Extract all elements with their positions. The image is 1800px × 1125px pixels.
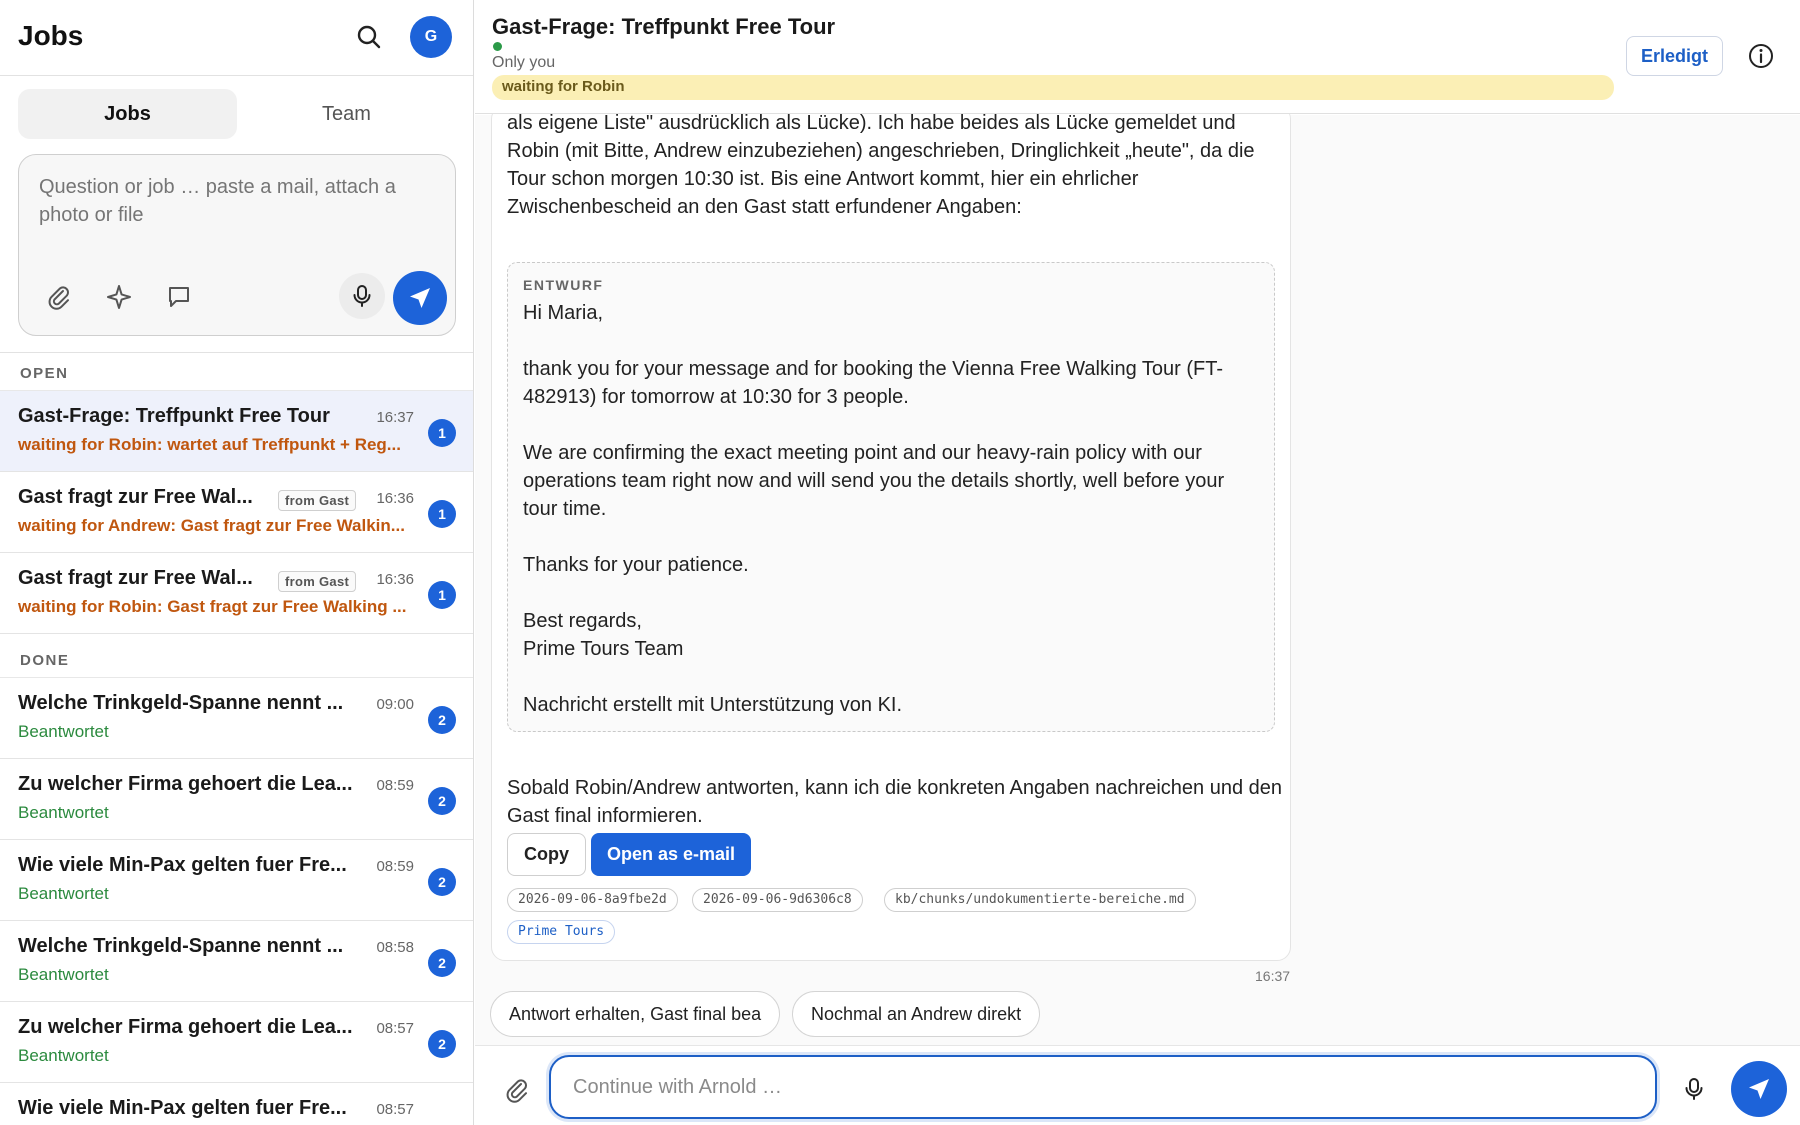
send-button[interactable]	[393, 271, 447, 325]
list-item[interactable]: Welche Trinkgeld-Spanne nennt ... 09:00 …	[0, 678, 473, 759]
item-time: 16:36	[376, 490, 414, 507]
count-badge: 2	[428, 787, 456, 815]
microphone-icon	[1685, 1078, 1703, 1100]
draft-box: ENTWURF Hi Maria, thank you for your mes…	[507, 262, 1275, 732]
message-area: als eigene Liste" ausdrücklich als Lücke…	[475, 105, 1800, 1045]
send-icon	[1749, 1079, 1769, 1099]
item-status: waiting for Andrew: Gast fragt zur Free …	[18, 516, 405, 535]
list-item[interactable]: Gast-Frage: Treffpunkt Free Tour 16:37 1…	[0, 391, 473, 472]
item-title: Welche Trinkgeld-Spanne nennt ...	[18, 935, 344, 957]
item-status: Beantwortet	[18, 1046, 109, 1065]
item-time: 16:37	[376, 409, 414, 426]
item-status: Beantwortet	[18, 722, 109, 741]
item-time: 16:36	[376, 571, 414, 588]
source-tag: from Gast	[278, 490, 357, 511]
composer-input[interactable]	[39, 173, 419, 237]
source-chip[interactable]: 2026-09-06-8a9fbe2d	[507, 888, 678, 912]
item-title: Gast-Frage: Treffpunkt Free Tour	[18, 405, 330, 427]
info-icon[interactable]	[1745, 40, 1777, 72]
item-status: waiting for Robin: wartet auf Treffpunkt…	[18, 435, 401, 454]
list-item[interactable]: Welche Trinkgeld-Spanne nennt ... 08:58 …	[0, 921, 473, 1002]
suggestion-chip[interactable]: Antwort erhalten, Gast final bea	[490, 991, 781, 1037]
source-tag: from Gast	[278, 571, 357, 592]
sidebar-title: Jobs	[18, 20, 84, 51]
count-badge: 2	[428, 1030, 456, 1058]
item-title: Zu welcher Firma gehoert die Lea...	[18, 1016, 353, 1038]
microphone-button[interactable]	[1671, 1066, 1717, 1112]
item-time: 09:00	[376, 696, 414, 713]
section-done-label: DONE	[0, 634, 473, 678]
sidebar-header: Jobs G	[0, 0, 473, 76]
input-bar	[475, 1045, 1800, 1125]
message-time: 16:37	[1255, 968, 1291, 984]
source-chip[interactable]: kb/chunks/undokumentierte-bereiche.md	[884, 888, 1196, 912]
item-title: Gast fragt zur Free Wal...	[18, 486, 253, 508]
item-status: Beantwortet	[18, 803, 109, 822]
item-title: Wie viele Min-Pax gelten fuer Fre...	[18, 854, 347, 876]
paperclip-icon[interactable]	[503, 1076, 535, 1108]
done-button[interactable]: Erledigt	[1626, 36, 1724, 76]
open-email-button[interactable]: Open as e-mail	[591, 833, 752, 876]
list-item[interactable]: Zu welcher Firma gehoert die Lea... 08:5…	[0, 1002, 473, 1083]
message-outro: Sobald Robin/Andrew antworten, kann ich …	[507, 777, 1282, 827]
conversation-header: Gast-Frage: Treffpunkt Free Tour Only yo…	[475, 0, 1800, 114]
unread-badge: 1	[428, 581, 456, 609]
message-input[interactable]	[549, 1055, 1657, 1119]
visibility-label: Only you	[492, 54, 556, 71]
paperclip-icon[interactable]	[43, 281, 75, 313]
tab-jobs[interactable]: Jobs	[18, 89, 237, 139]
tab-team[interactable]: Team	[237, 89, 456, 139]
list-item[interactable]: Wie viele Min-Pax gelten fuer Fre... 08:…	[0, 840, 473, 921]
unread-badge: 1	[428, 419, 456, 447]
avatar[interactable]: G	[410, 16, 452, 58]
unread-badge: 1	[428, 500, 456, 528]
item-time: 08:58	[376, 939, 414, 956]
status-dot	[493, 42, 502, 51]
list-item[interactable]: Zu welcher Firma gehoert die Lea... 08:5…	[0, 759, 473, 840]
list-item[interactable]: Wie viele Min-Pax gelten fuer Fre... 08:…	[0, 1083, 473, 1125]
item-status: waiting for Robin: Gast fragt zur Free W…	[18, 597, 407, 616]
job-list: OPEN Gast-Frage: Treffpunkt Free Tour 16…	[0, 353, 473, 1125]
sidebar: Jobs G Jobs Team OPEN Gast-Frage: Treffp	[0, 0, 474, 1125]
composer	[18, 154, 456, 336]
list-item[interactable]: Gast fragt zur Free Wal... from Gast 16:…	[0, 553, 473, 634]
item-title: Zu welcher Firma gehoert die Lea...	[18, 773, 353, 795]
assistant-message: als eigene Liste" ausdrücklich als Lücke…	[491, 105, 1291, 961]
item-title: Welche Trinkgeld-Spanne nennt ...	[18, 692, 344, 714]
segmented-control: Jobs Team	[18, 89, 456, 139]
suggestion-chip[interactable]: Nochmal an Andrew direkt	[792, 991, 1041, 1037]
section-open-label: OPEN	[0, 353, 473, 391]
item-time: 08:57	[376, 1020, 414, 1037]
item-time: 08:59	[376, 858, 414, 875]
conversation-pane: als eigene Liste" ausdrücklich als Lücke…	[475, 0, 1800, 1125]
list-item[interactable]: Gast fragt zur Free Wal... from Gast 16:…	[0, 472, 473, 553]
org-chip[interactable]: Prime Tours	[507, 920, 616, 944]
microphone-icon	[353, 285, 371, 307]
copy-button[interactable]: Copy	[507, 833, 586, 876]
microphone-button[interactable]	[339, 273, 385, 319]
send-icon	[410, 288, 430, 308]
draft-body: Hi Maria, thank you for your message and…	[523, 302, 1225, 716]
message-intro: als eigene Liste" ausdrücklich als Lücke…	[507, 112, 1255, 218]
item-title: Gast fragt zur Free Wal...	[18, 567, 253, 589]
status-badge: waiting for Robin	[492, 75, 1614, 100]
send-button[interactable]	[1731, 1061, 1787, 1117]
draft-label: ENTWURF	[523, 277, 604, 293]
count-badge: 2	[428, 706, 456, 734]
item-time: 08:57	[376, 1101, 414, 1118]
count-badge: 2	[428, 949, 456, 977]
item-time: 08:59	[376, 777, 414, 794]
sparkle-icon[interactable]	[103, 281, 135, 313]
search-icon[interactable]	[352, 20, 386, 54]
source-chip[interactable]: 2026-09-06-9d6306c8	[692, 888, 863, 912]
item-status: Beantwortet	[18, 884, 109, 903]
page-title: Gast-Frage: Treffpunkt Free Tour	[492, 14, 836, 39]
item-title: Wie viele Min-Pax gelten fuer Fre...	[18, 1097, 347, 1119]
item-status: Beantwortet	[18, 965, 109, 984]
count-badge: 2	[428, 868, 456, 896]
chat-bubble-icon[interactable]	[163, 281, 195, 313]
